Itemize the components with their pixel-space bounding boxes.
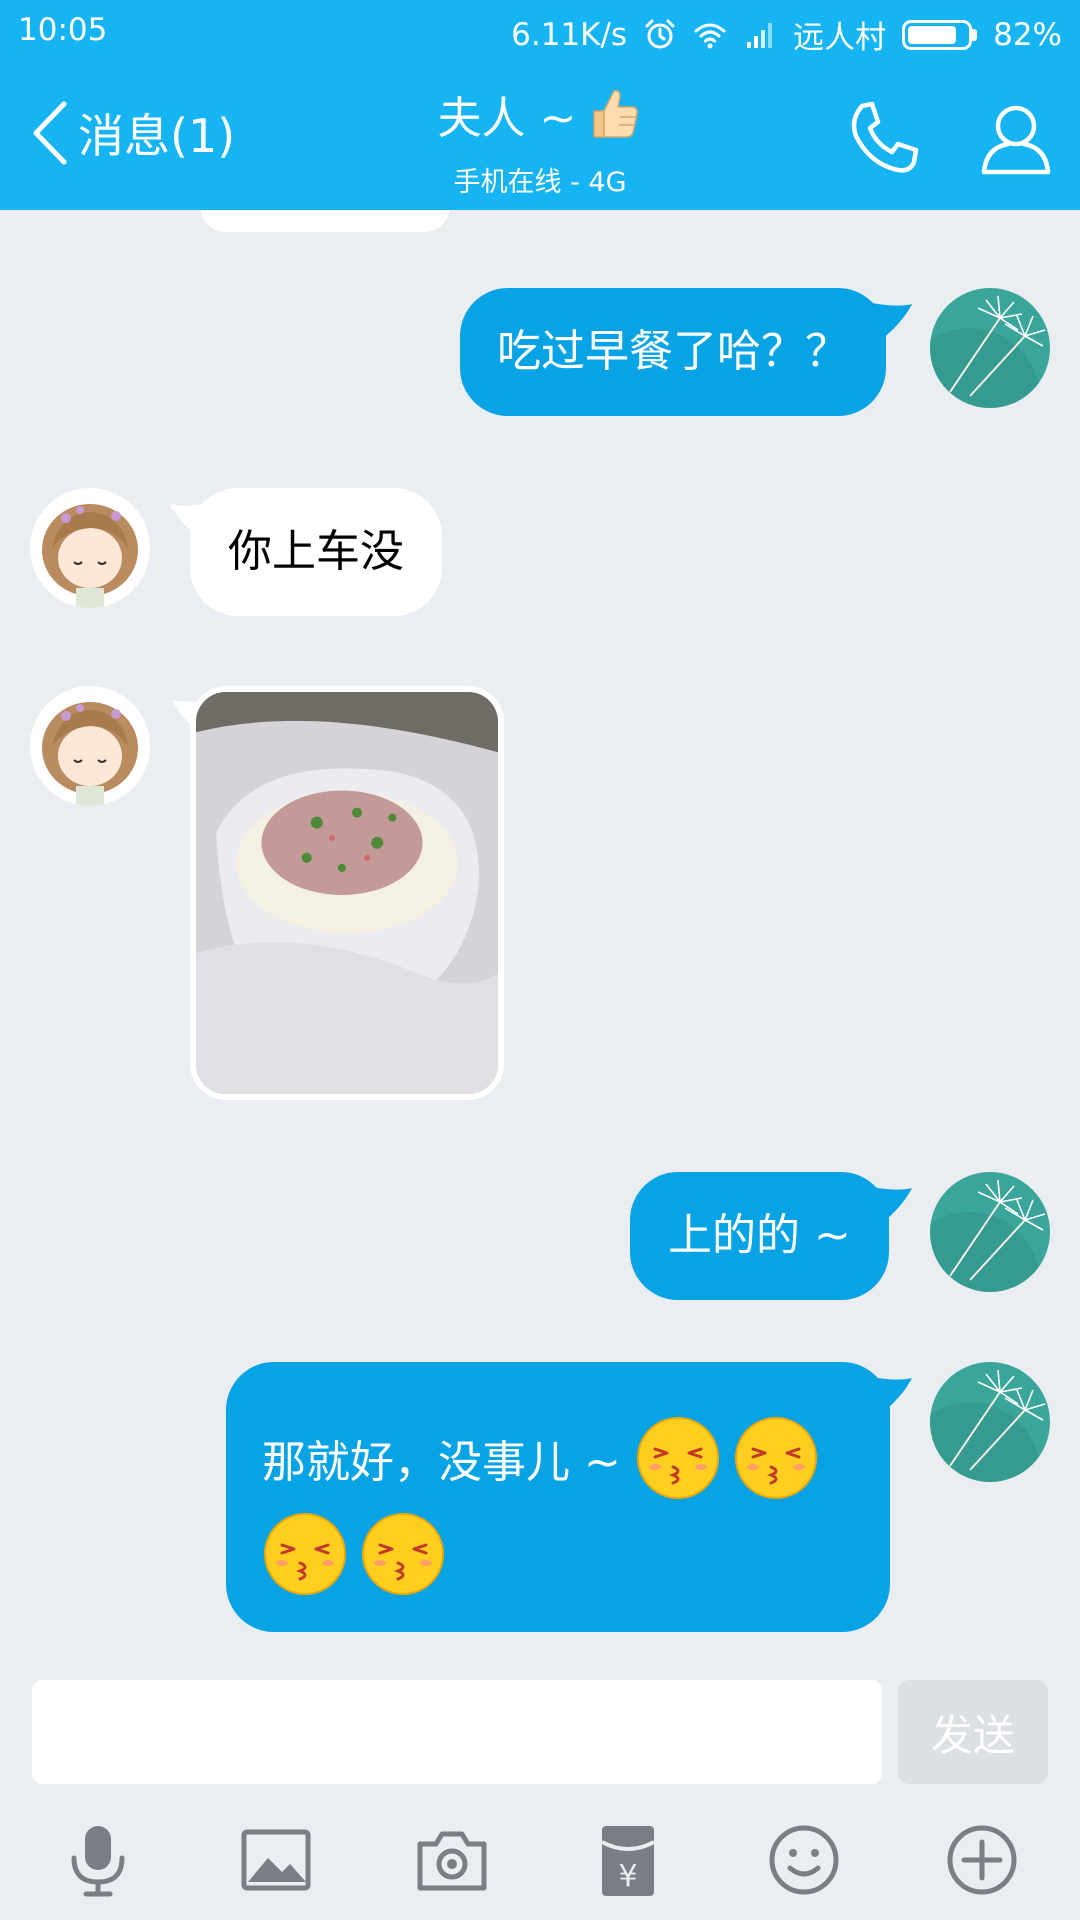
plus-icon[interactable]: [942, 1820, 1022, 1900]
net-speed: 6.11K/s: [511, 16, 628, 53]
food-photo-message[interactable]: [190, 686, 504, 1100]
page-title: 夫人 ~: [437, 93, 577, 144]
my-avatar[interactable]: [930, 1362, 1050, 1482]
status-indicators: 6.11K/s 远人村 82%: [495, 12, 1062, 57]
contact-avatar[interactable]: [30, 686, 150, 806]
dandelion-avatar-image: [930, 1172, 1050, 1292]
kiss-emoji-icon: [264, 1513, 346, 1595]
back-label: 消息(1): [78, 109, 236, 163]
girl-avatar-image: [30, 488, 150, 608]
chat-title-area[interactable]: 夫人 ~ 手机在线 - 4G: [340, 82, 740, 199]
phone-icon[interactable]: [840, 96, 924, 180]
chat-header: 10:05 6.11K/s 远人村 82% 消息(1) 夫人 ~ 手机在线 - …: [0, 0, 1080, 210]
bubble-tail: [866, 302, 912, 344]
dandelion-avatar-image: [930, 1362, 1050, 1482]
wifi-icon: [694, 23, 726, 48]
image-icon[interactable]: [236, 1820, 316, 1900]
contact-avatar[interactable]: [30, 488, 150, 608]
microphone-icon[interactable]: [58, 1820, 138, 1900]
battery-icon: [902, 19, 978, 50]
alarm-icon: [645, 19, 675, 48]
message-text: 那就好，没事儿 ~: [262, 1437, 621, 1488]
chevron-left-icon: [33, 101, 67, 165]
message-bubble-outgoing[interactable]: 上的的 ~: [630, 1172, 889, 1300]
bubble-tail: [866, 1186, 912, 1228]
message-text: 你上车没: [228, 526, 404, 577]
message-text: 吃过早餐了哈？？: [497, 326, 849, 377]
thumbs-up-icon: [593, 89, 639, 138]
message-input[interactable]: [32, 1680, 882, 1784]
kiss-emoji-icon: [734, 1417, 817, 1499]
my-avatar[interactable]: [930, 288, 1050, 408]
bubble-tail: [866, 1376, 912, 1418]
svg-text:¥: ¥: [618, 1859, 637, 1894]
composer-bar: 发送 ¥: [0, 1672, 1080, 1920]
kiss-emoji-icon: [362, 1513, 444, 1595]
carrier-name: 远人村: [793, 20, 887, 56]
food-photo: [196, 692, 498, 1094]
girl-avatar-image: [30, 686, 150, 806]
my-avatar[interactable]: [930, 1172, 1050, 1292]
message-bubble-outgoing[interactable]: 那就好，没事儿 ~: [226, 1362, 890, 1632]
message-bubble-incoming[interactable]: 你上车没: [190, 488, 442, 616]
send-button[interactable]: 发送: [898, 1680, 1048, 1784]
previous-message-bubble: [200, 210, 450, 232]
message-text: 上的的 ~: [668, 1210, 851, 1261]
signal-icon: [747, 22, 773, 48]
battery-fill: [908, 25, 956, 44]
battery-percent: 82%: [993, 16, 1062, 53]
status-bar: 10:05 6.11K/s 远人村 82%: [0, 0, 1080, 62]
kiss-emoji-icon: [636, 1417, 719, 1499]
chat-messages[interactable]: 吃过早餐了哈？？ 你上车没 上的的 ~ 那就好，没事儿 ~: [0, 210, 1080, 1672]
emoji-icon[interactable]: [764, 1820, 844, 1900]
back-button[interactable]: 消息(1): [28, 98, 235, 168]
dandelion-avatar-image: [930, 288, 1050, 408]
camera-icon[interactable]: [412, 1820, 492, 1900]
online-status: 手机在线 - 4G: [453, 167, 627, 198]
profile-icon[interactable]: [974, 96, 1058, 180]
red-packet-icon[interactable]: ¥: [588, 1820, 668, 1900]
message-bubble-outgoing[interactable]: 吃过早餐了哈？？: [460, 288, 886, 416]
status-time: 10:05: [18, 12, 108, 48]
